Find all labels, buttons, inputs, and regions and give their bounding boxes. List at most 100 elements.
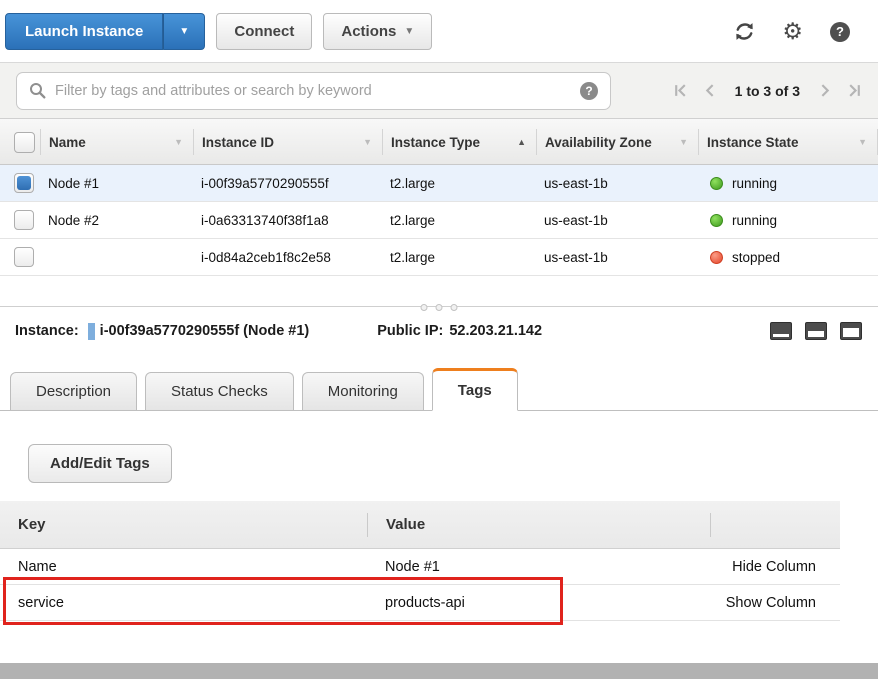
sort-desc-icon: ▼ [679, 137, 688, 147]
sort-asc-icon: ▲ [517, 137, 526, 147]
row-checkbox[interactable] [14, 173, 34, 193]
column-header-availability-zone[interactable]: Availability Zone ▼ [536, 129, 698, 155]
launch-instance-split-button: Launch Instance ▼ [5, 13, 205, 50]
tags-table: Key Value Name Node #1 Hide Column servi… [0, 501, 840, 621]
column-header-label: Instance ID [202, 135, 274, 150]
tab-description[interactable]: Description [10, 372, 137, 410]
column-header-instance-state[interactable]: Instance State ▼ [698, 129, 878, 155]
chevron-down-icon: ▼ [179, 26, 189, 37]
instance-id-cell: i-0d84a2ceb1f8c2e58 [193, 250, 382, 265]
sort-desc-icon: ▼ [363, 137, 372, 147]
state-label: running [732, 213, 777, 228]
actions-button-label: Actions [341, 23, 396, 40]
toolbar-icon-group: ⚙ ? [734, 20, 864, 43]
checkbox-cell [0, 247, 40, 267]
filter-help-icon[interactable]: ? [580, 82, 598, 100]
add-edit-tags-button[interactable]: Add/Edit Tags [28, 444, 172, 483]
instance-type-cell: t2.large [382, 213, 536, 228]
row-checkbox[interactable] [14, 210, 34, 230]
tag-row-service: service products-api Show Column [0, 585, 840, 621]
instance-row-node-2[interactable]: Node #2 i-0a63313740f38f1a8 t2.large us-… [0, 202, 878, 239]
tag-key: Name [0, 559, 367, 575]
column-header-label: Availability Zone [545, 135, 652, 150]
connect-button[interactable]: Connect [216, 13, 312, 50]
column-header-name[interactable]: Name ▼ [40, 129, 193, 155]
tag-value: products-api [367, 595, 710, 611]
first-page-button[interactable] [673, 83, 688, 98]
pagination: 1 to 3 of 3 [673, 83, 862, 99]
layout-large-detail-pane-icon[interactable] [840, 322, 862, 340]
instance-id-title: i-00f39a5770290555f (Node #1) [100, 323, 310, 339]
column-header-label: Instance State [707, 135, 799, 150]
tag-key: service [0, 595, 367, 611]
tab-status-checks[interactable]: Status Checks [145, 372, 294, 410]
row-checkbox[interactable] [14, 247, 34, 267]
pane-drag-handle-icon[interactable] [421, 304, 458, 311]
pane-divider [0, 276, 878, 307]
select-all-checkbox-cell [0, 119, 40, 165]
show-column-link[interactable]: Show Column [710, 595, 840, 611]
search-icon [29, 82, 46, 99]
refresh-button[interactable] [734, 21, 755, 42]
tags-column-key: Key [0, 513, 367, 537]
public-ip-label: Public IP: [377, 323, 443, 339]
public-ip-value: 52.203.21.142 [449, 323, 542, 339]
name-cell: Node #1 [40, 176, 193, 191]
pane-layout-controls [770, 322, 862, 340]
column-header-label: Instance Type [391, 135, 480, 150]
layout-split-pane-icon[interactable] [805, 322, 827, 340]
column-header-instance-id[interactable]: Instance ID ▼ [193, 129, 382, 155]
column-header-label: Name [49, 135, 86, 150]
select-all-checkbox[interactable] [14, 132, 35, 153]
public-ip-group: Public IP: 52.203.21.142 [377, 323, 542, 339]
running-status-icon [710, 177, 723, 190]
stopped-status-icon [710, 251, 723, 264]
tags-column-value: Value [367, 513, 710, 537]
chevron-left-icon [703, 83, 718, 98]
tags-column-actions [710, 513, 840, 537]
instance-detail-header: Instance: i-00f39a5770290555f (Node #1) … [0, 307, 878, 348]
instance-label: Instance: [15, 323, 79, 339]
instances-table-header: Name ▼ Instance ID ▼ Instance Type ▲ Ava… [0, 119, 878, 165]
pagination-label: 1 to 3 of 3 [735, 83, 800, 99]
instance-type-cell: t2.large [382, 176, 536, 191]
next-page-button[interactable] [817, 83, 832, 98]
tab-tags[interactable]: Tags [432, 368, 518, 411]
state-label: stopped [732, 250, 780, 265]
instance-selection-bar [88, 323, 95, 340]
first-page-icon [673, 83, 688, 98]
prev-page-button[interactable] [703, 83, 718, 98]
column-header-instance-type[interactable]: Instance Type ▲ [382, 129, 536, 155]
help-icon: ? [830, 22, 850, 42]
launch-instance-button[interactable]: Launch Instance [5, 13, 163, 50]
instance-row-unnamed[interactable]: i-0d84a2ceb1f8c2e58 t2.large us-east-1b … [0, 239, 878, 276]
settings-button[interactable]: ⚙ [782, 20, 803, 43]
instance-id-cell: i-0a63313740f38f1a8 [193, 213, 382, 228]
bottom-scrollbar[interactable] [0, 663, 878, 679]
hide-column-link[interactable]: Hide Column [710, 559, 840, 575]
gear-icon: ⚙ [782, 20, 803, 43]
instance-type-cell: t2.large [382, 250, 536, 265]
refresh-icon [734, 21, 755, 42]
availability-zone-cell: us-east-1b [536, 213, 698, 228]
chevron-down-icon: ▼ [404, 26, 414, 37]
tag-row-name: Name Node #1 Hide Column [0, 549, 840, 585]
actions-button[interactable]: Actions ▼ [323, 13, 432, 50]
last-page-icon [847, 83, 862, 98]
checkbox-cell [0, 173, 40, 193]
launch-instance-dropdown-button[interactable]: ▼ [163, 13, 205, 50]
instance-state-cell: stopped [698, 250, 878, 265]
detail-tabs: Description Status Checks Monitoring Tag… [0, 367, 878, 411]
instance-state-cell: running [698, 213, 878, 228]
running-status-icon [710, 214, 723, 227]
tab-monitoring[interactable]: Monitoring [302, 372, 424, 410]
last-page-button[interactable] [847, 83, 862, 98]
help-button[interactable]: ? [830, 22, 850, 42]
sort-desc-icon: ▼ [858, 137, 867, 147]
instance-state-cell: running [698, 176, 878, 191]
state-label: running [732, 176, 777, 191]
instance-row-node-1[interactable]: Node #1 i-00f39a5770290555f t2.large us-… [0, 165, 878, 202]
name-cell: Node #2 [40, 213, 193, 228]
layout-full-pane-icon[interactable] [770, 322, 792, 340]
filter-input[interactable] [55, 83, 571, 99]
